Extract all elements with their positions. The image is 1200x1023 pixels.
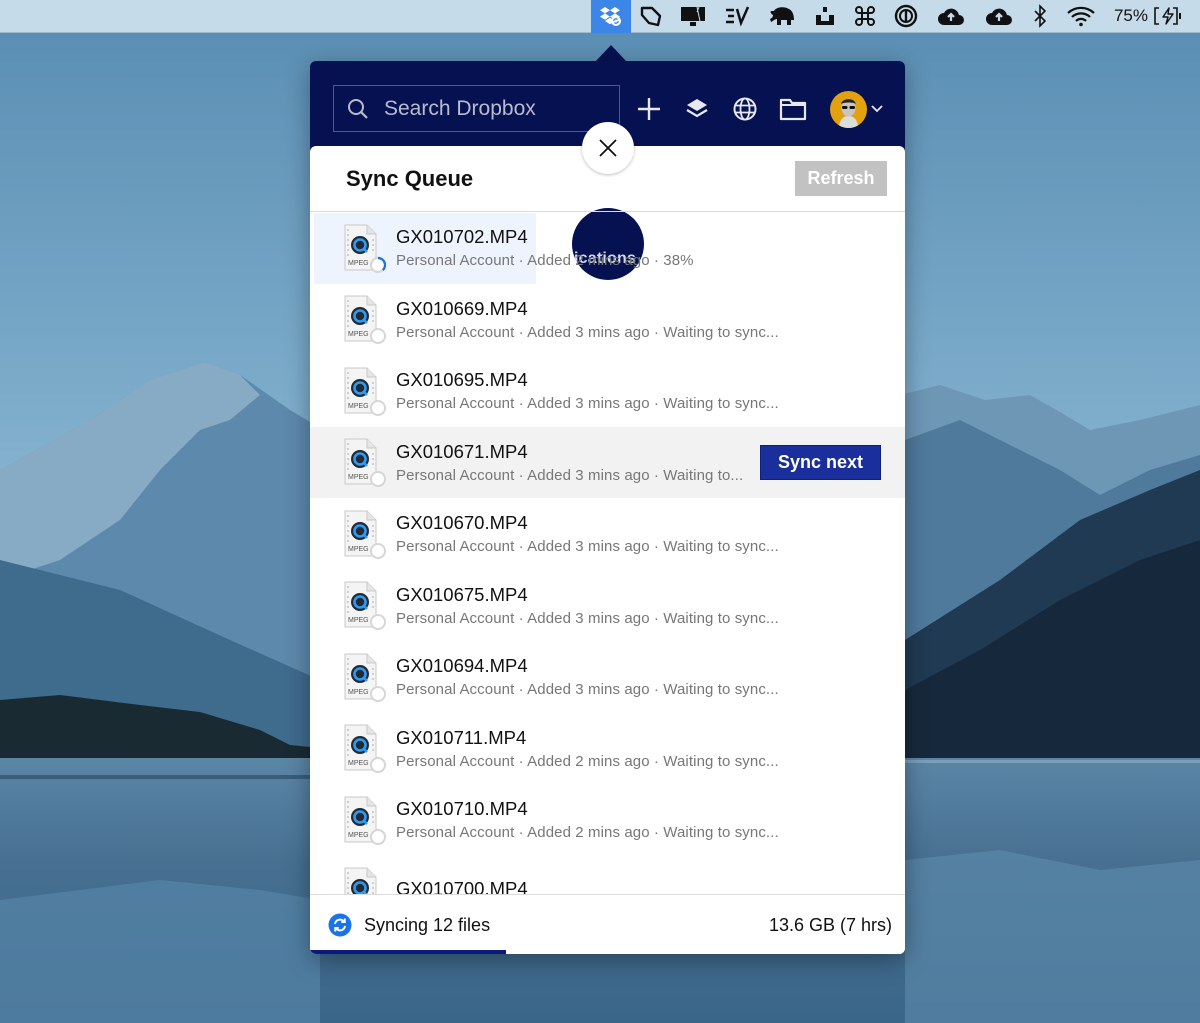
sync-queue-panel: ications Sync Queue Refresh MPEG GX01070…	[310, 146, 905, 954]
svg-text:MPEG: MPEG	[348, 832, 369, 839]
layers-button[interactable]	[682, 94, 712, 124]
file-name: GX010670.MP4	[396, 512, 528, 534]
open-folder-button[interactable]	[778, 94, 808, 124]
onepassword-icon[interactable]	[885, 0, 927, 33]
display-icon[interactable]	[671, 0, 715, 33]
sync-status-footer: Syncing 12 files 13.6 GB (7 hrs)	[310, 894, 905, 954]
mpeg-file-icon: MPEG	[342, 795, 386, 845]
account-menu[interactable]	[830, 90, 884, 128]
close-icon	[599, 139, 617, 157]
sync-queue-item[interactable]: MPEG GX010702.MP4 Personal Account · Add…	[310, 212, 905, 284]
popover-caret	[595, 45, 627, 62]
svg-text:MPEG: MPEG	[348, 760, 369, 767]
sync-queue-item[interactable]: MPEG GX010711.MP4 Personal Account · Add…	[310, 713, 905, 785]
sync-icon	[328, 913, 352, 937]
file-name: GX010671.MP4	[396, 440, 528, 462]
file-status: Personal Account · Added 3 mins ago · Wa…	[396, 323, 779, 341]
page-title: Sync Queue	[346, 166, 474, 191]
wifi-icon[interactable]	[1057, 0, 1105, 33]
battery-charging-icon	[1154, 7, 1181, 25]
sync-queue-item[interactable]: MPEG GX010670.MP4 Personal Account · Add…	[310, 498, 905, 570]
sync-queue-item[interactable]: MPEG GX010671.MP4 Personal Account · Add…	[310, 426, 905, 498]
close-button[interactable]	[582, 122, 634, 174]
svg-text:MPEG: MPEG	[348, 260, 369, 267]
globe-icon	[733, 97, 757, 121]
sync-queue-item[interactable]: MPEG GX010694.MP4 Personal Account · Add…	[310, 641, 905, 713]
refresh-button[interactable]: Refresh	[795, 161, 887, 196]
file-name: GX010710.MP4	[396, 798, 528, 820]
sync-queue-item[interactable]: MPEG GX010675.MP4 Personal Account · Add…	[310, 570, 905, 642]
overall-progress-fill	[310, 950, 507, 954]
svg-text:MPEG: MPEG	[348, 617, 369, 624]
sync-queue-item[interactable]: MPEG GX010669.MP4 Personal Account · Add…	[310, 284, 905, 356]
tag-icon[interactable]	[631, 0, 671, 33]
bluetooth-icon[interactable]	[1023, 0, 1057, 33]
svg-text:MPEG: MPEG	[348, 546, 369, 553]
mpeg-file-icon: MPEG	[342, 223, 387, 273]
file-status: Personal Account · Added 3 mins ago · Wa…	[396, 609, 779, 627]
svg-text:MPEG: MPEG	[348, 474, 369, 481]
file-name: GX010694.MP4	[396, 655, 528, 677]
svg-text:MPEG: MPEG	[348, 689, 369, 696]
header-actions	[634, 89, 884, 129]
file-status: Personal Account · Added 3 mins ago · Wa…	[396, 395, 779, 413]
battery-percent: 75%	[1113, 6, 1148, 25]
avatar	[830, 90, 867, 128]
dropbox-sync-icon[interactable]	[590, 0, 631, 33]
sync-next-button[interactable]: Sync next	[760, 444, 881, 480]
mpeg-file-icon: MPEG	[342, 866, 386, 894]
dropbox-popover: ications Sync Queue Refresh MPEG GX01070…	[310, 61, 905, 954]
mpeg-file-icon: MPEG	[342, 652, 386, 702]
file-status: Personal Account · Added 2 mins ago · 38…	[396, 252, 694, 270]
search-box[interactable]	[333, 85, 620, 132]
mpeg-file-icon: MPEG	[342, 509, 386, 559]
mpeg-file-icon: MPEG	[342, 723, 386, 774]
file-status: Personal Account · Added 3 mins ago · Wa…	[396, 466, 744, 484]
search-input[interactable]	[384, 96, 604, 121]
file-status: Personal Account · Added 2 mins ago · Wa…	[396, 824, 779, 842]
sync-size-eta: 13.6 GB (7 hrs)	[768, 915, 892, 935]
macos-menu-bar: 75%	[0, 0, 1200, 33]
search-icon	[348, 98, 368, 119]
add-icon	[638, 98, 660, 120]
tray-icon[interactable]	[805, 0, 845, 33]
cloud-upload-icon[interactable]	[927, 0, 975, 33]
cloud-upload-icon[interactable]	[975, 0, 1023, 33]
file-name: GX010669.MP4	[396, 297, 528, 319]
mpeg-file-icon: MPEG	[342, 437, 386, 488]
chevron-down-icon	[871, 105, 883, 113]
sync-queue-list[interactable]: MPEG GX010702.MP4 Personal Account · Add…	[310, 212, 905, 894]
command-icon[interactable]	[845, 0, 885, 33]
sync-queue-item[interactable]: MPEG GX010700.MP4	[310, 856, 905, 894]
mpeg-file-icon: MPEG	[342, 294, 386, 345]
web-button[interactable]	[730, 94, 760, 124]
file-name: GX010702.MP4	[396, 226, 528, 248]
file-status: Personal Account · Added 3 mins ago · Wa…	[396, 681, 779, 699]
file-name: GX010675.MP4	[396, 583, 528, 605]
layers-icon	[686, 99, 708, 118]
file-name: GX010711.MP4	[396, 726, 527, 748]
overall-progress-bar	[310, 950, 905, 954]
svg-text:MPEG: MPEG	[348, 403, 369, 410]
file-name: GX010695.MP4	[396, 369, 528, 391]
add-button[interactable]	[634, 94, 664, 124]
sync-queue-item[interactable]: MPEG GX010695.MP4 Personal Account · Add…	[310, 355, 905, 427]
battery-status[interactable]: 75%	[1105, 0, 1192, 33]
sync-status-text: Syncing 12 files	[364, 914, 491, 935]
folder-icon	[779, 98, 807, 121]
elephant-icon[interactable]	[759, 0, 805, 33]
file-name: GX010700.MP4	[396, 878, 528, 894]
svg-text:MPEG: MPEG	[348, 331, 369, 338]
file-status: Personal Account · Added 3 mins ago · Wa…	[396, 538, 779, 556]
sync-queue-item[interactable]: MPEG GX010710.MP4 Personal Account · Add…	[310, 784, 905, 856]
ev-icon[interactable]	[715, 0, 759, 33]
file-status: Personal Account · Added 2 mins ago · Wa…	[396, 752, 779, 770]
mpeg-file-icon: MPEG	[342, 580, 386, 631]
mpeg-file-icon: MPEG	[342, 366, 386, 416]
